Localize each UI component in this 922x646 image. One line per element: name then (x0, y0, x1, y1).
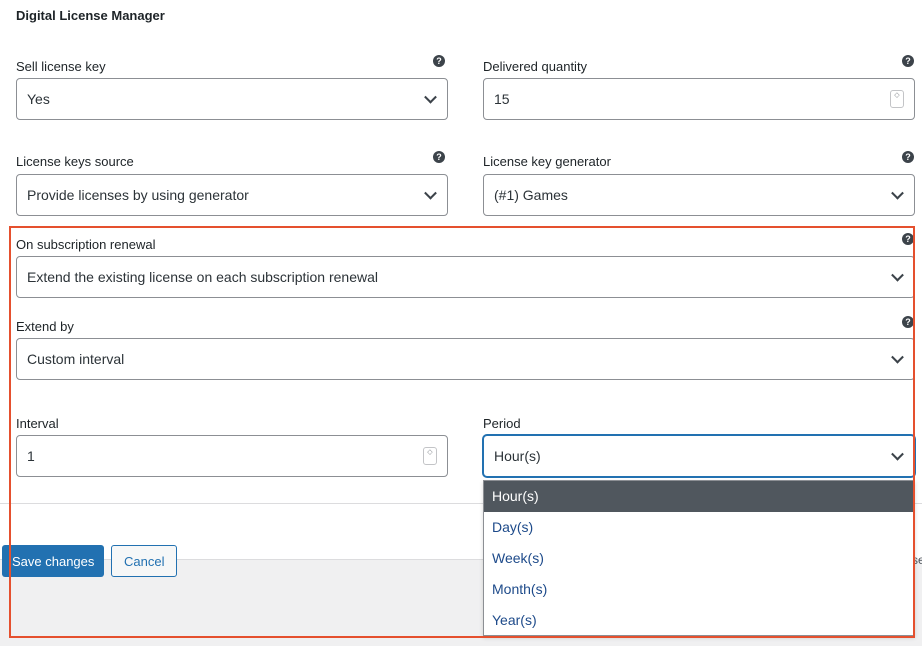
period-option-months[interactable]: Month(s) (484, 574, 914, 605)
period-option-days[interactable]: Day(s) (484, 512, 914, 543)
period-dropdown: Hour(s) Day(s) Week(s) Month(s) Year(s) (483, 480, 915, 636)
sell-license-key-select[interactable]: Yes (16, 78, 448, 120)
period-option-years[interactable]: Year(s) (484, 605, 914, 636)
license-keys-source-select[interactable]: Provide licenses by using generator (16, 174, 448, 216)
period-option-hours[interactable]: Hour(s) (484, 481, 914, 512)
interval-label: Interval (16, 416, 59, 431)
license-keys-source-value: Provide licenses by using generator (27, 187, 249, 203)
chevron-down-icon (424, 186, 437, 200)
chevron-down-icon (891, 186, 904, 200)
sell-license-key-label: Sell license key (16, 59, 106, 74)
question-circle-icon[interactable]: ? (902, 233, 914, 245)
delivered-quantity-input[interactable]: 15 ◇ (483, 78, 915, 120)
question-circle-icon[interactable]: ? (433, 151, 445, 163)
chevron-down-icon (891, 350, 904, 364)
cancel-button[interactable]: Cancel (111, 545, 178, 577)
period-option-weeks[interactable]: Week(s) (484, 543, 914, 574)
extend-by-value: Custom interval (27, 351, 125, 367)
period-value: Hour(s) (494, 448, 541, 464)
sell-license-key-value: Yes (27, 91, 50, 107)
delivered-quantity-label: Delivered quantity (483, 59, 588, 74)
question-circle-icon[interactable]: ? (433, 55, 445, 67)
license-key-generator-select[interactable]: (#1) Games (483, 174, 915, 216)
subscription-renewal-value: Extend the existing license on each subs… (27, 269, 378, 285)
chevron-down-icon (891, 268, 904, 282)
question-circle-icon[interactable]: ? (902, 151, 914, 163)
chevron-down-icon (891, 447, 904, 461)
period-select[interactable]: Hour(s) (483, 435, 915, 477)
extend-by-select[interactable]: Custom interval (16, 338, 915, 380)
license-keys-source-label: License keys source (16, 154, 134, 169)
extend-by-label: Extend by (16, 319, 74, 334)
question-circle-icon[interactable]: ? (902, 316, 914, 328)
save-changes-button[interactable]: Save changes (2, 545, 105, 577)
subscription-renewal-select[interactable]: Extend the existing license on each subs… (16, 256, 915, 298)
interval-input[interactable]: 1 ◇ (16, 435, 448, 477)
period-label: Period (483, 416, 521, 431)
license-key-generator-label: License key generator (483, 154, 611, 169)
license-key-generator-value: (#1) Games (494, 187, 568, 203)
chevron-down-icon (424, 90, 437, 104)
section-title: Digital License Manager (16, 8, 165, 23)
interval-value: 1 (27, 448, 35, 464)
delivered-quantity-value: 15 (494, 91, 510, 107)
number-spinner-icon[interactable]: ◇ (423, 447, 437, 465)
number-spinner-icon[interactable]: ◇ (890, 90, 904, 108)
question-circle-icon[interactable]: ? (902, 55, 914, 67)
subscription-renewal-label: On subscription renewal (16, 237, 156, 252)
